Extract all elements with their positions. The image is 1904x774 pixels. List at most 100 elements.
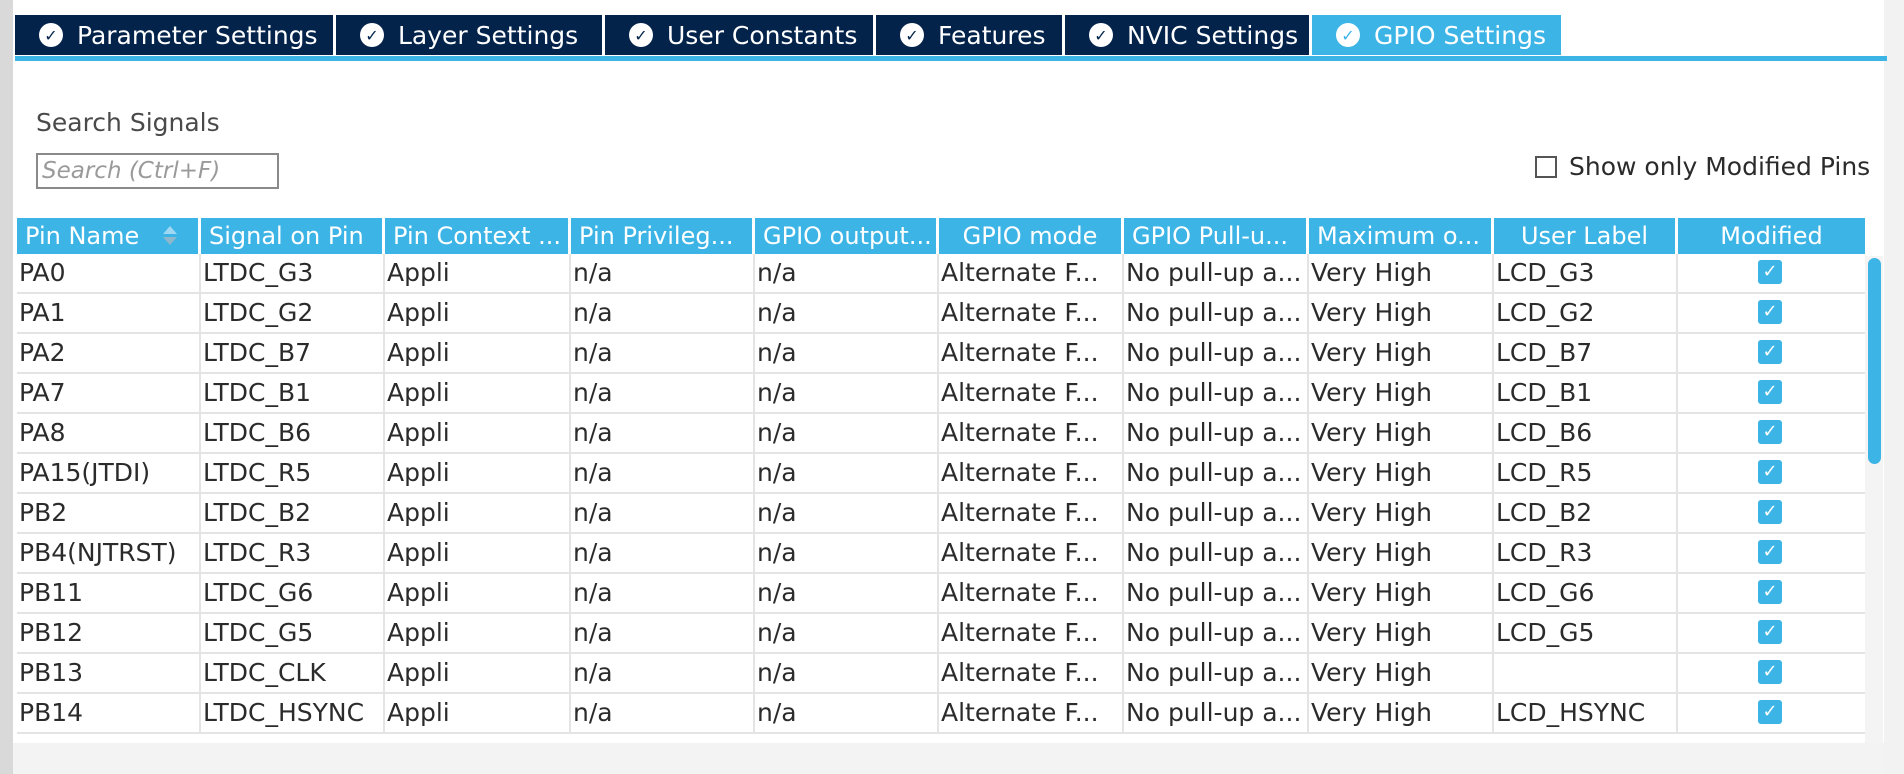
column-header-gpio-mode[interactable]: GPIO mode — [939, 218, 1124, 254]
cell-gpio-mode: Alternate F... — [939, 294, 1124, 332]
table-row[interactable]: PA0 LTDC_G3 Appli n/a n/a Alternate F... No pu… — [17, 254, 1865, 294]
cell-user-label: LCD_G2 — [1494, 294, 1678, 332]
table-row[interactable]: PA7 LTDC_B1 Appli n/a n/a Alternate F... No pu… — [17, 374, 1865, 414]
window-right-edge — [1884, 0, 1904, 774]
column-header-label: Pin Name — [25, 222, 140, 250]
tab-nvic-settings[interactable]: ✓ NVIC Settings — [1065, 15, 1309, 55]
sort-icon[interactable] — [163, 226, 177, 246]
cell-user-label: LCD_R5 — [1494, 454, 1678, 492]
cell-pin-name: PA0 — [17, 254, 201, 292]
show-modified-label: Show only Modified Pins — [1569, 152, 1871, 181]
checkbox-checked-icon[interactable]: ✓ — [1758, 700, 1782, 724]
panel-bottom-area — [13, 743, 1884, 774]
cell-pin-privilege: n/a — [571, 654, 755, 692]
cell-user-label — [1494, 654, 1678, 692]
cell-pin-name: PB11 — [17, 574, 201, 612]
table-row[interactable]: PB14 LTDC_HSYNC Appli n/a n/a Alternate F... N… — [17, 694, 1865, 734]
cell-user-label: LCD_B2 — [1494, 494, 1678, 532]
checkbox-checked-icon[interactable]: ✓ — [1758, 460, 1782, 484]
cell-pin-context: Appli — [385, 534, 571, 572]
cell-gpio-output: n/a — [755, 254, 939, 292]
cell-gpio-output: n/a — [755, 654, 939, 692]
table-row[interactable]: PB2 LTDC_B2 Appli n/a n/a Alternate F... No pu… — [17, 494, 1865, 534]
tab-features[interactable]: ✓ Features — [876, 15, 1062, 55]
checkbox-checked-icon[interactable]: ✓ — [1758, 620, 1782, 644]
checkbox-checked-icon[interactable]: ✓ — [1758, 340, 1782, 364]
cell-maximum-output-speed: Very High — [1309, 694, 1494, 732]
table-row[interactable]: PB4(NJTRST) LTDC_R3 Appli n/a n/a Alternate F… — [17, 534, 1865, 574]
tab-layer-settings[interactable]: ✓ Layer Settings — [336, 15, 602, 55]
cell-pin-name: PA1 — [17, 294, 201, 332]
search-input[interactable] — [36, 153, 279, 189]
table-row[interactable]: PA2 LTDC_B7 Appli n/a n/a Alternate F... No pu… — [17, 334, 1865, 374]
cell-maximum-output-speed: Very High — [1309, 494, 1494, 532]
cell-gpio-output: n/a — [755, 294, 939, 332]
tab-gpio-settings[interactable]: ✓ GPIO Settings — [1312, 15, 1561, 55]
column-header-maximum-output-speed[interactable]: Maximum o... — [1309, 218, 1494, 254]
check-circle-icon: ✓ — [1336, 23, 1360, 47]
column-header-pin-privilege[interactable]: Pin Privileg... — [571, 218, 755, 254]
tab-user-constants[interactable]: ✓ User Constants — [605, 15, 873, 55]
tab-label: GPIO Settings — [1374, 20, 1546, 50]
cell-pin-name: PB4(NJTRST) — [17, 534, 201, 572]
cell-pin-context: Appli — [385, 414, 571, 452]
cell-pin-context: Appli — [385, 694, 571, 732]
cell-gpio-mode: Alternate F... — [939, 534, 1124, 572]
search-signals-label: Search Signals — [36, 108, 220, 137]
cell-gpio-pull: No pull-up a... — [1124, 294, 1309, 332]
cell-signal-on-pin: LTDC_G5 — [201, 614, 385, 652]
table-row[interactable]: PA1 LTDC_G2 Appli n/a n/a Alternate F... No pu… — [17, 294, 1865, 334]
column-header-signal-on-pin[interactable]: Signal on Pin — [201, 218, 385, 254]
cell-maximum-output-speed: Very High — [1309, 614, 1494, 652]
column-header-gpio-pull[interactable]: GPIO Pull-u... — [1124, 218, 1309, 254]
cell-pin-privilege: n/a — [571, 614, 755, 652]
tab-parameter-settings[interactable]: ✓ Parameter Settings — [15, 15, 333, 55]
checkbox-checked-icon[interactable]: ✓ — [1758, 380, 1782, 404]
cell-pin-privilege: n/a — [571, 694, 755, 732]
cell-pin-context: Appli — [385, 454, 571, 492]
cell-maximum-output-speed: Very High — [1309, 374, 1494, 412]
vertical-scrollbar[interactable] — [1865, 256, 1883, 743]
cell-user-label: LCD_G6 — [1494, 574, 1678, 612]
table-row[interactable]: PA15(JTDI) LTDC_R5 Appli n/a n/a Alternate F.… — [17, 454, 1865, 494]
cell-pin-privilege: n/a — [571, 294, 755, 332]
checkbox-checked-icon[interactable]: ✓ — [1758, 420, 1782, 444]
column-header-pin-name[interactable]: Pin Name — [17, 218, 201, 254]
cell-gpio-mode: Alternate F... — [939, 334, 1124, 372]
checkbox-checked-icon[interactable]: ✓ — [1758, 580, 1782, 604]
cell-gpio-pull: No pull-up a... — [1124, 574, 1309, 612]
show-modified-filter[interactable]: Show only Modified Pins — [1535, 152, 1870, 181]
cell-pin-privilege: n/a — [571, 254, 755, 292]
cell-signal-on-pin: LTDC_HSYNC — [201, 694, 385, 732]
column-header-modified[interactable]: Modified — [1678, 218, 1865, 254]
column-header-gpio-output[interactable]: GPIO output... — [755, 218, 939, 254]
cell-maximum-output-speed: Very High — [1309, 534, 1494, 572]
table-row[interactable]: PA8 LTDC_B6 Appli n/a n/a Alternate F... No pu… — [17, 414, 1865, 454]
cell-maximum-output-speed: Very High — [1309, 654, 1494, 692]
cell-gpio-output: n/a — [755, 694, 939, 732]
checkbox-checked-icon[interactable]: ✓ — [1758, 540, 1782, 564]
cell-gpio-pull: No pull-up a... — [1124, 374, 1309, 412]
cell-signal-on-pin: LTDC_R5 — [201, 454, 385, 492]
cell-gpio-mode: Alternate F... — [939, 614, 1124, 652]
checkbox-checked-icon[interactable]: ✓ — [1758, 260, 1782, 284]
table-row[interactable]: PB13 LTDC_CLK Appli n/a n/a Alternate F... No … — [17, 654, 1865, 694]
cell-pin-context: Appli — [385, 294, 571, 332]
scrollbar-thumb[interactable] — [1868, 258, 1881, 464]
cell-pin-name: PA15(JTDI) — [17, 454, 201, 492]
cell-gpio-pull: No pull-up a... — [1124, 334, 1309, 372]
show-modified-checkbox[interactable] — [1535, 155, 1557, 178]
column-header-user-label[interactable]: User Label — [1494, 218, 1678, 254]
checkbox-checked-icon[interactable]: ✓ — [1758, 300, 1782, 324]
table-row[interactable]: PB12 LTDC_G5 Appli n/a n/a Alternate F... No p… — [17, 614, 1865, 654]
table-row[interactable]: PB11 LTDC_G6 Appli n/a n/a Alternate F... No p… — [17, 574, 1865, 614]
gpio-pin-table: Pin Name Signal on Pin Pin Context ... P… — [17, 218, 1865, 743]
checkbox-checked-icon[interactable]: ✓ — [1758, 500, 1782, 524]
cell-pin-name: PA7 — [17, 374, 201, 412]
cell-signal-on-pin: LTDC_G3 — [201, 254, 385, 292]
cell-gpio-pull: No pull-up a... — [1124, 654, 1309, 692]
checkbox-checked-icon[interactable]: ✓ — [1758, 660, 1782, 684]
cell-pin-name: PB14 — [17, 694, 201, 732]
column-header-pin-context[interactable]: Pin Context ... — [385, 218, 571, 254]
cell-signal-on-pin: LTDC_G6 — [201, 574, 385, 612]
